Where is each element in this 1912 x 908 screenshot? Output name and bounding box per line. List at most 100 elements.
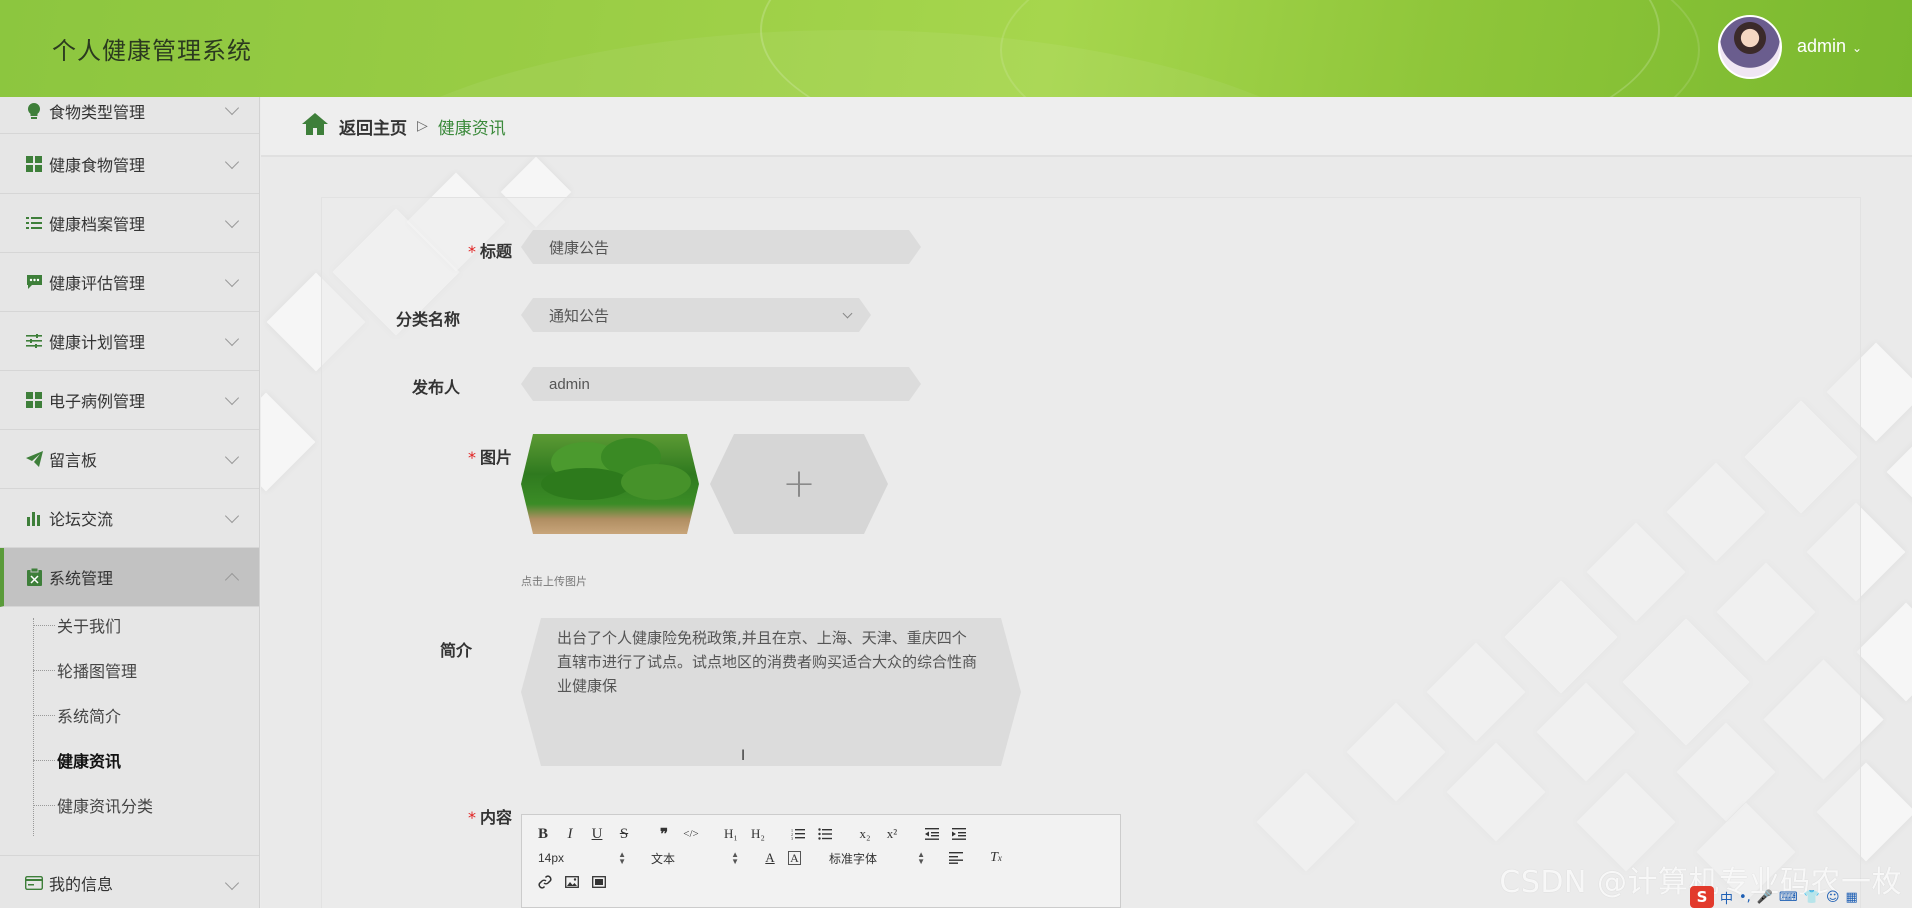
sidebar-item-health-assessment[interactable]: 健康评估管理	[0, 253, 259, 312]
ordered-list-icon[interactable]: 123	[789, 824, 807, 844]
tree-dash	[33, 669, 55, 671]
grid-icon[interactable]: ▦	[1846, 890, 1858, 905]
user-menu[interactable]: admin ⌄	[1797, 36, 1862, 57]
underline-button[interactable]: U	[588, 824, 606, 844]
summary-text: 出台了个人健康险免税政策,并且在京、上海、天津、重庆四个直辖市进行了试点。试点地…	[557, 629, 978, 695]
chevron-down-icon	[843, 309, 853, 319]
outdent-icon[interactable]	[923, 824, 941, 844]
grid-icon	[24, 390, 44, 410]
sidebar-item-label: 健康计划管理	[49, 333, 146, 352]
upload-hint: 点击上传图片	[521, 575, 587, 588]
chevron-up-icon	[224, 572, 240, 588]
rich-text-editor[interactable]: B I U S ❞ </> H₁ H₂ 123 x₂ x² 14px ▲ ▼ 文…	[521, 814, 1121, 908]
chat-icon	[24, 272, 44, 292]
sidebar-item-health-record[interactable]: 健康档案管理	[0, 194, 259, 253]
sidebar-item-health-food[interactable]: 健康食物管理	[0, 135, 259, 194]
chevron-down-icon: ⌄	[1852, 41, 1863, 55]
paragraph-select[interactable]: 文本 ▲ ▼	[651, 850, 739, 867]
submenu-item-about[interactable]: 关于我们	[33, 610, 121, 640]
home-icon[interactable]	[301, 112, 329, 141]
chevron-down-icon	[224, 154, 240, 170]
punctuation-icon[interactable]: •,	[1739, 890, 1751, 905]
chevron-down-icon	[224, 213, 240, 229]
bold-button[interactable]: B	[534, 824, 552, 844]
image-label: * 图片	[467, 448, 512, 467]
publisher-input[interactable]: admin	[521, 367, 921, 401]
clear-format-button[interactable]: Tx	[987, 848, 1005, 868]
main-content: 返回主页 ▷ 健康资讯 * 标题 健康公告 分类名称 通知公告 发布人 admin…	[261, 97, 1912, 908]
subscript-button[interactable]: x₂	[856, 824, 874, 844]
strikethrough-button[interactable]: S	[615, 824, 633, 844]
chevron-down-icon	[224, 508, 240, 524]
sidebar-item-forum[interactable]: 论坛交流	[0, 489, 259, 548]
editor-toolbar-row-1: B I U S ❞ </> H₁ H₂ 123 x₂ x²	[534, 823, 977, 845]
tree-dash	[33, 624, 55, 626]
bullet-list-icon[interactable]	[816, 824, 834, 844]
sidebar-item-medical-record[interactable]: 电子病例管理	[0, 371, 259, 430]
microphone-icon[interactable]: 🎤	[1757, 890, 1773, 905]
sidebar-item-label: 健康食物管理	[49, 156, 146, 175]
send-icon	[24, 449, 44, 469]
font-family-select[interactable]: 标准字体 ▲ ▼	[829, 850, 925, 867]
sidebar-item-label: 系统管理	[49, 569, 114, 588]
submenu-item-carousel[interactable]: 轮播图管理	[33, 655, 137, 685]
submenu-label: 轮播图管理	[57, 662, 138, 681]
breadcrumb: 返回主页 ▷ 健康资讯	[261, 97, 1912, 157]
font-size-select[interactable]: 14px ▲ ▼	[538, 851, 626, 866]
keyboard-icon[interactable]: ⌨	[1779, 890, 1798, 905]
blockquote-button[interactable]: ❞	[655, 824, 673, 844]
link-icon[interactable]	[536, 872, 554, 892]
avatar[interactable]	[1718, 15, 1782, 79]
h1-button[interactable]: H₁	[722, 824, 740, 844]
sidebar-item-label: 留言板	[49, 451, 98, 470]
system-tray: S 中 •, 🎤 ⌨ 👕 ☺ ▦	[1690, 886, 1858, 908]
app-title: 个人健康管理系统	[52, 37, 252, 65]
sidebar-item-system[interactable]: 系统管理	[0, 548, 259, 607]
summary-label: 简介	[439, 641, 472, 660]
tree-dash	[33, 714, 55, 716]
header-decoration	[1000, 0, 1700, 97]
background-color-button[interactable]: A	[788, 851, 801, 865]
emoji-icon[interactable]: ☺	[1826, 890, 1840, 905]
title-label: * 标题	[467, 242, 512, 261]
ime-mode[interactable]: 中	[1720, 888, 1733, 907]
submenu-item-news-category[interactable]: 健康资讯分类	[33, 790, 153, 820]
clipboard-icon	[24, 567, 44, 587]
category-select[interactable]: 通知公告	[521, 298, 871, 332]
sidebar-item-health-plan[interactable]: 健康计划管理	[0, 312, 259, 371]
category-select-value: 通知公告	[549, 307, 610, 325]
sidebar: 食物类型管理 健康食物管理 健康档案管理 健康评估管理 健康计划管理 电子病例管	[0, 97, 260, 908]
editor-toolbar-row-3	[536, 871, 617, 893]
grid-icon	[24, 154, 44, 174]
list-icon	[24, 213, 44, 233]
font-color-button[interactable]: A	[761, 848, 779, 868]
superscript-button[interactable]: x²	[883, 824, 901, 844]
sidebar-item-my-info[interactable]: 我的信息	[0, 855, 259, 908]
chevron-down-icon	[224, 449, 240, 465]
chevron-down-icon	[224, 100, 240, 116]
breadcrumb-separator: ▷	[417, 118, 428, 134]
category-label: 分类名称	[395, 310, 460, 329]
sogou-ime-icon[interactable]: S	[1690, 886, 1714, 908]
align-icon[interactable]	[947, 848, 965, 868]
sidebar-item-message-board[interactable]: 留言板	[0, 430, 259, 489]
submenu-item-health-news[interactable]: 健康资讯	[33, 745, 121, 775]
h2-button[interactable]: H₂	[749, 824, 767, 844]
italic-button[interactable]: I	[561, 824, 579, 844]
image-icon[interactable]	[563, 872, 581, 892]
upload-image-button[interactable]: +	[710, 434, 888, 534]
uploaded-image-thumbnail[interactable]	[521, 434, 699, 534]
title-input[interactable]: 健康公告	[521, 230, 921, 264]
video-icon[interactable]	[590, 872, 608, 892]
breadcrumb-home-link[interactable]: 返回主页	[339, 114, 407, 139]
chevron-down-icon	[224, 390, 240, 406]
sidebar-item-label: 电子病例管理	[49, 392, 146, 411]
sidebar-item-food-type[interactable]: 食物类型管理	[0, 89, 259, 134]
indent-icon[interactable]	[950, 824, 968, 844]
code-button[interactable]: </>	[682, 824, 700, 844]
summary-textarea[interactable]: 出台了个人健康险免税政策,并且在京、上海、天津、重庆四个直辖市进行了试点。试点地…	[521, 618, 1021, 766]
chevron-down-icon	[224, 875, 240, 891]
submenu-item-intro[interactable]: 系统简介	[33, 700, 121, 730]
sliders-icon	[24, 331, 44, 351]
skin-icon[interactable]: 👕	[1804, 890, 1820, 905]
